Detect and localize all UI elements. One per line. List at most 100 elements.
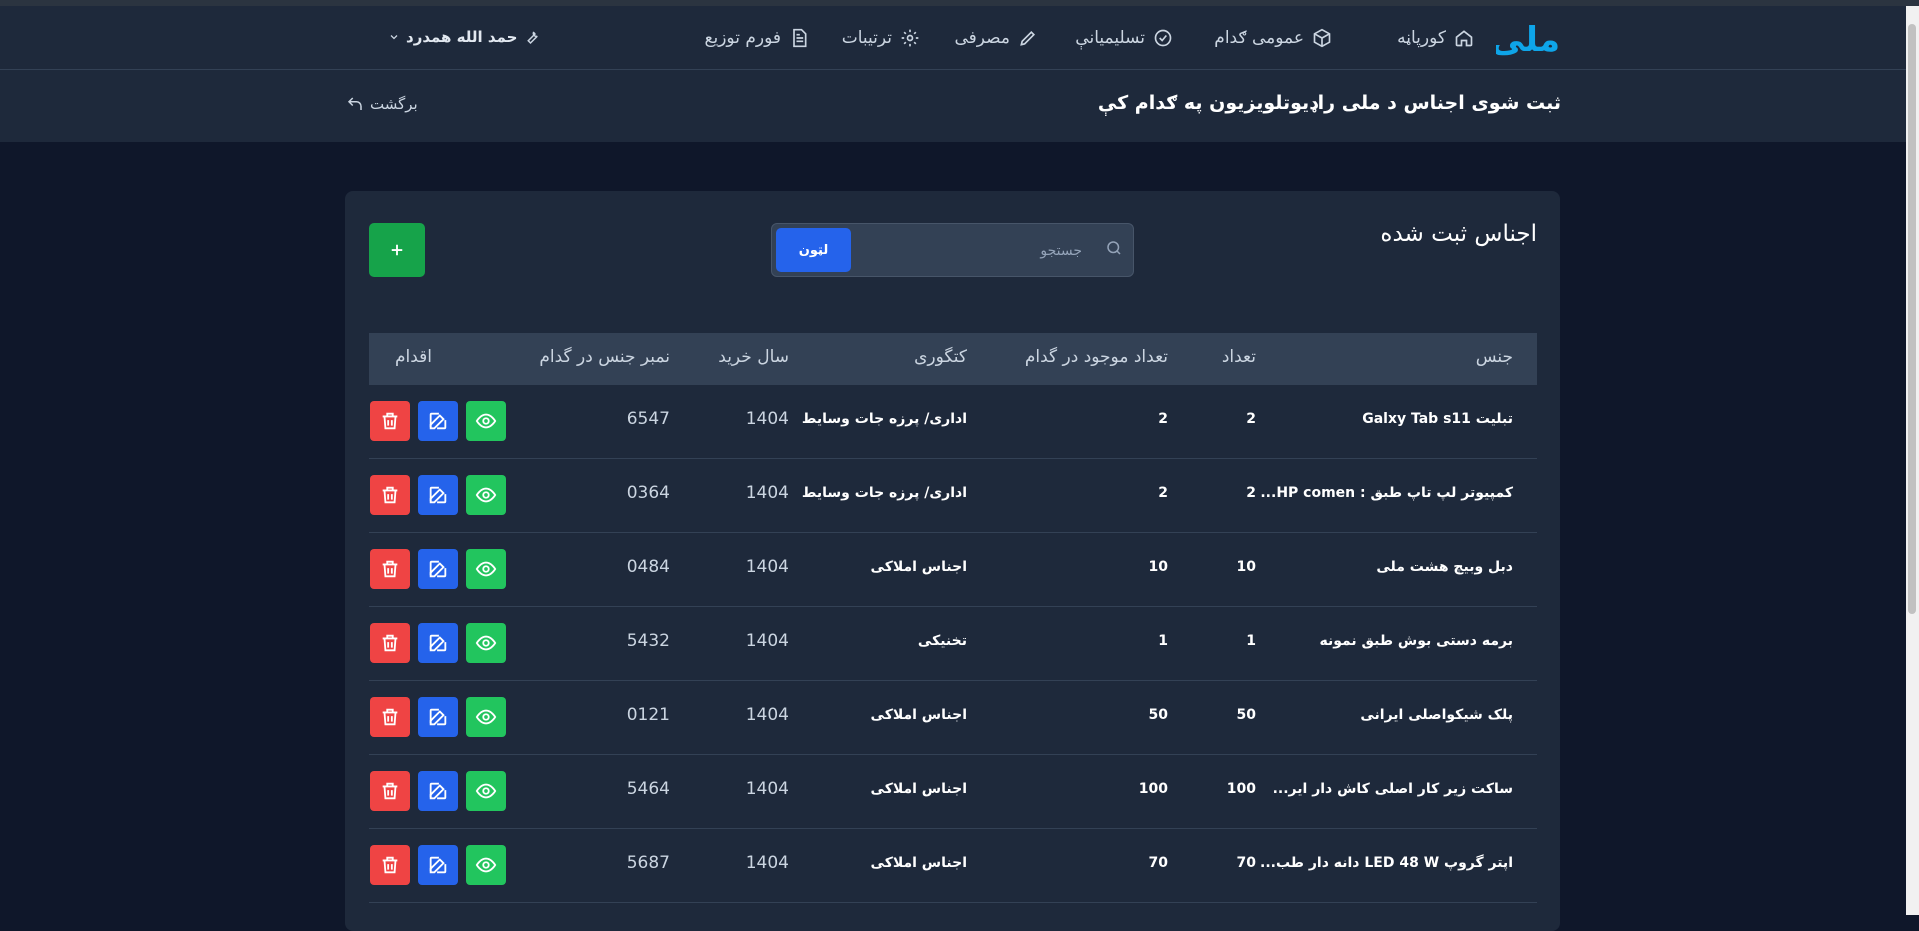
cell-number: 0364 bbox=[626, 483, 670, 503]
box-icon bbox=[1313, 28, 1331, 48]
cell-year: 1404 bbox=[745, 557, 789, 577]
delete-button[interactable] bbox=[370, 697, 410, 737]
document-icon bbox=[793, 28, 807, 48]
edit-button[interactable] bbox=[418, 697, 458, 737]
back-button[interactable]: برگشت bbox=[346, 95, 418, 113]
row-actions bbox=[370, 475, 506, 515]
delete-button[interactable] bbox=[370, 549, 410, 589]
pencil-icon bbox=[1020, 30, 1036, 46]
col-header-number: نمبر جنس در گدام bbox=[539, 347, 670, 367]
cell-stock: 50 bbox=[1148, 707, 1168, 723]
cell-item: کمپیوتر لپ تاپ طبق : HP comen... bbox=[1260, 485, 1513, 501]
cell-category: اداری/ پرزه جات وسایط bbox=[801, 411, 967, 427]
edit-icon bbox=[429, 560, 447, 578]
nav-label-dashboard: کورپاڼه bbox=[1397, 28, 1446, 48]
view-button[interactable] bbox=[466, 623, 506, 663]
cell-quantity: 2 bbox=[1246, 411, 1256, 427]
nav-label-consumables: مصرفی bbox=[954, 28, 1010, 48]
nav-label-general-warehouse: عمومی ګدام bbox=[1214, 28, 1304, 48]
delete-button[interactable] bbox=[370, 475, 410, 515]
view-button[interactable] bbox=[466, 845, 506, 885]
top-navbar: ملی کورپاڼه عمومی ګدام تسلیمیانې مصرفی ت… bbox=[0, 6, 1906, 70]
cell-category: اجناس املاکی bbox=[870, 707, 967, 723]
nav-item-settings[interactable]: ترتیبات bbox=[842, 24, 920, 52]
cell-quantity: 70 bbox=[1236, 855, 1256, 871]
cell-item: دبل وبیچ هشت ملی bbox=[1376, 559, 1513, 575]
cell-quantity: 100 bbox=[1226, 781, 1256, 797]
nav-label-settings: ترتیبات bbox=[841, 28, 892, 48]
scrollbar-thumb[interactable] bbox=[1908, 24, 1916, 614]
nav-item-distribution-form[interactable]: فورم توزیع bbox=[704, 24, 809, 52]
delete-button[interactable] bbox=[370, 623, 410, 663]
add-item-button[interactable] bbox=[369, 223, 425, 277]
cell-year: 1404 bbox=[745, 631, 789, 651]
row-actions bbox=[370, 771, 506, 811]
search-input[interactable] bbox=[850, 230, 1084, 272]
nav-item-dashboard[interactable]: کورپاڼه bbox=[1397, 24, 1474, 52]
row-actions bbox=[370, 401, 506, 441]
trash-icon bbox=[382, 856, 398, 874]
cell-quantity: 50 bbox=[1236, 707, 1256, 723]
cell-quantity: 1 bbox=[1246, 633, 1256, 649]
nav-item-general-warehouse[interactable]: عمومی ګدام bbox=[1214, 24, 1332, 52]
view-button[interactable] bbox=[466, 771, 506, 811]
cell-item: اپتر گروپ LED 48 W دانه دار طب... bbox=[1260, 855, 1513, 871]
edit-button[interactable] bbox=[418, 475, 458, 515]
edit-button[interactable] bbox=[418, 549, 458, 589]
page-scrollbar[interactable] bbox=[1906, 6, 1919, 915]
delete-button[interactable] bbox=[370, 845, 410, 885]
logo[interactable]: ملی bbox=[1496, 19, 1561, 59]
row-actions bbox=[370, 623, 506, 663]
nav-item-deliveries[interactable]: تسلیمیانې bbox=[1075, 24, 1173, 52]
edit-icon bbox=[429, 708, 447, 726]
cell-year: 1404 bbox=[745, 705, 789, 725]
search-button[interactable]: لټون bbox=[776, 228, 851, 272]
table-row: کمپیوتر لپ تاپ طبق : HP comen... 2 2 اداری/… bbox=[369, 459, 1537, 533]
table-row: دبل وبیچ هشت ملی 10 10 اجناس املاکی 1404 0484 bbox=[369, 533, 1537, 607]
home-icon bbox=[1455, 30, 1473, 47]
cell-number: 6547 bbox=[626, 409, 670, 429]
plus-icon bbox=[391, 244, 403, 256]
delete-button[interactable] bbox=[370, 401, 410, 441]
cell-stock: 2 bbox=[1158, 485, 1168, 501]
edit-button[interactable] bbox=[418, 771, 458, 811]
cell-category: اجناس املاکی bbox=[870, 855, 967, 871]
cell-item: برمه دستی بوش طبق نمونه bbox=[1319, 633, 1514, 649]
trash-icon bbox=[382, 782, 398, 800]
eye-icon bbox=[475, 413, 497, 429]
trash-icon bbox=[382, 634, 398, 652]
user-name: حمد الله همدرد bbox=[406, 28, 518, 46]
view-button[interactable] bbox=[466, 697, 506, 737]
gear-icon bbox=[901, 29, 919, 47]
table-header: جنس تعداد تعداد موجود در گدام کتگوری سال… bbox=[369, 333, 1537, 385]
nav-item-consumables[interactable]: مصرفی bbox=[954, 24, 1038, 52]
eye-icon bbox=[475, 561, 497, 577]
check-circle-icon bbox=[1154, 29, 1172, 47]
wrench-icon bbox=[527, 31, 539, 45]
cell-category: اجناس املاکی bbox=[870, 559, 967, 575]
eye-icon bbox=[475, 857, 497, 873]
edit-button[interactable] bbox=[418, 623, 458, 663]
edit-button[interactable] bbox=[418, 401, 458, 441]
edit-icon bbox=[429, 412, 447, 430]
cell-stock: 10 bbox=[1148, 559, 1168, 575]
edit-button[interactable] bbox=[418, 845, 458, 885]
page-header: ثبت شوی اجناس د ملی راډیوتلویزیون په ګدا… bbox=[0, 70, 1906, 142]
row-actions bbox=[370, 845, 506, 885]
view-button[interactable] bbox=[466, 549, 506, 589]
table-row: ساکت زیر کار اصلی کاش دار ایر... 100 100 اج… bbox=[369, 755, 1537, 829]
eye-icon bbox=[475, 783, 497, 799]
edit-icon bbox=[429, 634, 447, 652]
table-row: تبلیت Galxy Tab s11 2 2 اداری/ پرزه جات وسا… bbox=[369, 385, 1537, 459]
search-icon bbox=[1107, 241, 1121, 255]
eye-icon bbox=[475, 709, 497, 725]
view-button[interactable] bbox=[466, 401, 506, 441]
col-header-year: سال خرید bbox=[718, 347, 789, 367]
eye-icon bbox=[475, 635, 497, 651]
cell-item: تبلیت Galxy Tab s11 bbox=[1362, 411, 1513, 427]
user-menu[interactable]: حمد الله همدرد bbox=[388, 28, 541, 46]
chevron-down-icon bbox=[390, 35, 398, 40]
delete-button[interactable] bbox=[370, 771, 410, 811]
edit-icon bbox=[429, 486, 447, 504]
view-button[interactable] bbox=[466, 475, 506, 515]
